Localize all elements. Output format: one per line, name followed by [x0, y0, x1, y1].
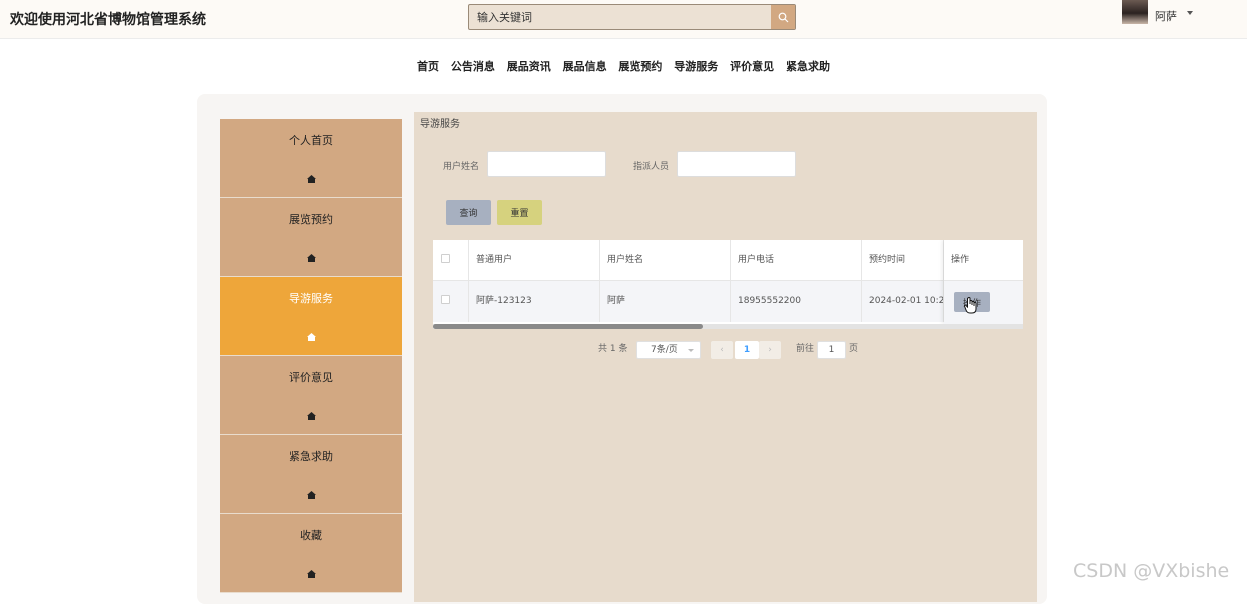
- header-select-cell: [433, 240, 469, 281]
- filter-label-assignee: 指派人员: [633, 162, 670, 172]
- actions-column: 操作 操作: [944, 240, 1023, 324]
- home-icon: [307, 254, 316, 262]
- table-cell: 18955552200: [731, 281, 862, 322]
- column-header: 预约时间: [862, 240, 944, 281]
- sidebar-item-exhibition-booking[interactable]: 展览预约: [220, 198, 402, 277]
- column-header: 普通用户: [469, 240, 600, 281]
- sidebar-item-label: 紧急求助: [289, 450, 333, 463]
- filter-label-username: 用户姓名: [443, 162, 480, 172]
- column-header: 操作: [944, 240, 1023, 281]
- chevron-down-icon: [688, 349, 694, 352]
- page-size-select[interactable]: 7条/页: [636, 341, 701, 359]
- actions-cell: 操作: [944, 281, 1023, 324]
- goto-label: 前往: [796, 344, 815, 354]
- search-icon: [778, 12, 788, 22]
- select-all-checkbox[interactable]: [441, 254, 450, 263]
- reset-button[interactable]: 重置: [497, 200, 542, 225]
- row-select-cell: [433, 281, 469, 322]
- nav-item-guide-service[interactable]: 导游服务: [674, 58, 718, 74]
- username-filter-input[interactable]: [487, 151, 606, 177]
- column-header: 用户姓名: [600, 240, 731, 281]
- table-cell: 阿萨-123123: [469, 281, 600, 322]
- nav-item-reviews[interactable]: 评价意见: [730, 58, 774, 74]
- sidebar-item-label: 收藏: [300, 529, 322, 542]
- site-title: 欢迎使用河北省博物馆管理系统: [10, 12, 206, 28]
- page-unit-label: 页: [849, 344, 859, 354]
- home-icon: [307, 333, 316, 341]
- hand-cursor-icon: [964, 297, 977, 314]
- table-row: 阿萨-123123 阿萨 18955552200 2024-02-01 10:2…: [433, 281, 1023, 322]
- sidebar-item-favorites[interactable]: 收藏: [220, 514, 402, 593]
- nav-item-home[interactable]: 首页: [417, 58, 439, 74]
- search-box: [468, 4, 796, 30]
- scrollbar-thumb[interactable]: [433, 324, 703, 329]
- home-icon: [307, 491, 316, 499]
- horizontal-scrollbar[interactable]: [433, 324, 1023, 329]
- row-checkbox[interactable]: [441, 295, 450, 304]
- sidebar-item-label: 个人首页: [289, 134, 333, 147]
- goto-page-input[interactable]: 1: [817, 341, 846, 359]
- username[interactable]: 阿萨: [1155, 8, 1177, 24]
- chevron-down-icon[interactable]: [1187, 11, 1193, 15]
- nav-item-exhibit-info[interactable]: 展品信息: [563, 58, 607, 74]
- table-cell: 阿萨: [600, 281, 731, 322]
- query-button[interactable]: 查询: [446, 200, 491, 225]
- main-nav: 首页 公告消息 展品资讯 展品信息 展览预约 导游服务 评价意见 紧急求助: [0, 58, 1247, 74]
- top-bar: 欢迎使用河北省博物馆管理系统 阿萨: [0, 0, 1247, 39]
- search-input[interactable]: [469, 5, 772, 29]
- sidebar-item-guide-service[interactable]: 导游服务: [220, 277, 402, 356]
- data-table: 普通用户 用户姓名 用户电话 预约时间 阿萨-123123 阿萨 1895555…: [433, 240, 1023, 324]
- home-icon: [307, 570, 316, 578]
- nav-item-emergency[interactable]: 紧急求助: [786, 58, 830, 74]
- watermark: CSDN @VXbishe: [1073, 560, 1230, 582]
- pagination-total: 共 1 条: [598, 344, 628, 354]
- nav-item-exhibit-news[interactable]: 展品资讯: [507, 58, 551, 74]
- nav-item-exhibition-booking[interactable]: 展览预约: [618, 58, 662, 74]
- assignee-filter-input[interactable]: [677, 151, 796, 177]
- table-cell: 2024-02-01 10:24: [862, 281, 944, 322]
- breadcrumb: 导游服务: [420, 119, 460, 130]
- table-header-row: 普通用户 用户姓名 用户电话 预约时间: [433, 240, 1023, 281]
- home-icon: [307, 412, 316, 420]
- current-page-number[interactable]: 1: [735, 341, 759, 359]
- content-area: 导游服务 用户姓名 指派人员 查询 重置 普通用户 用户姓名 用户电话 预约时间…: [414, 112, 1037, 602]
- sidebar-item-label: 展览预约: [289, 213, 333, 226]
- home-icon: [307, 175, 316, 183]
- next-page-button[interactable]: ›: [759, 341, 781, 359]
- nav-item-announcements[interactable]: 公告消息: [451, 58, 495, 74]
- sidebar-item-label: 导游服务: [289, 292, 333, 305]
- column-header: 用户电话: [731, 240, 862, 281]
- avatar[interactable]: [1122, 0, 1148, 24]
- sidebar-item-label: 评价意见: [289, 371, 333, 384]
- sidebar-item-emergency[interactable]: 紧急求助: [220, 435, 402, 514]
- sidebar: 个人首页 展览预约 导游服务 评价意见 紧急求助 收藏: [220, 119, 402, 593]
- page-size-value: 7条/页: [651, 345, 678, 355]
- prev-page-button[interactable]: ‹: [711, 341, 733, 359]
- sidebar-item-reviews[interactable]: 评价意见: [220, 356, 402, 435]
- search-button[interactable]: [771, 5, 795, 29]
- sidebar-item-profile[interactable]: 个人首页: [220, 119, 402, 198]
